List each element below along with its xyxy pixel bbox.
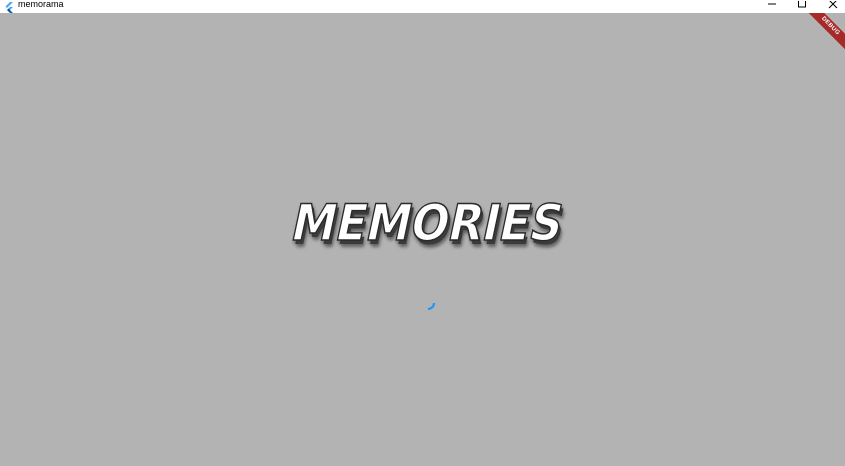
window-title: memorama bbox=[18, 0, 64, 9]
flutter-icon bbox=[4, 0, 15, 13]
logo-text: MEMORIES bbox=[287, 194, 569, 251]
debug-banner-label: DEBUG bbox=[805, 13, 845, 53]
minimize-button[interactable] bbox=[757, 0, 787, 13]
title-bar[interactable]: memorama bbox=[0, 0, 845, 13]
maximize-button[interactable] bbox=[787, 0, 817, 13]
loading-spinner-icon bbox=[424, 300, 438, 314]
app-window: memorama MEMORIES MEMORIES DEBUG bbox=[0, 0, 845, 466]
memories-logo: MEMORIES MEMORIES bbox=[276, 189, 572, 256]
close-button[interactable] bbox=[818, 0, 845, 13]
splash-screen: MEMORIES MEMORIES bbox=[0, 13, 845, 466]
debug-banner: DEBUG bbox=[805, 13, 845, 53]
